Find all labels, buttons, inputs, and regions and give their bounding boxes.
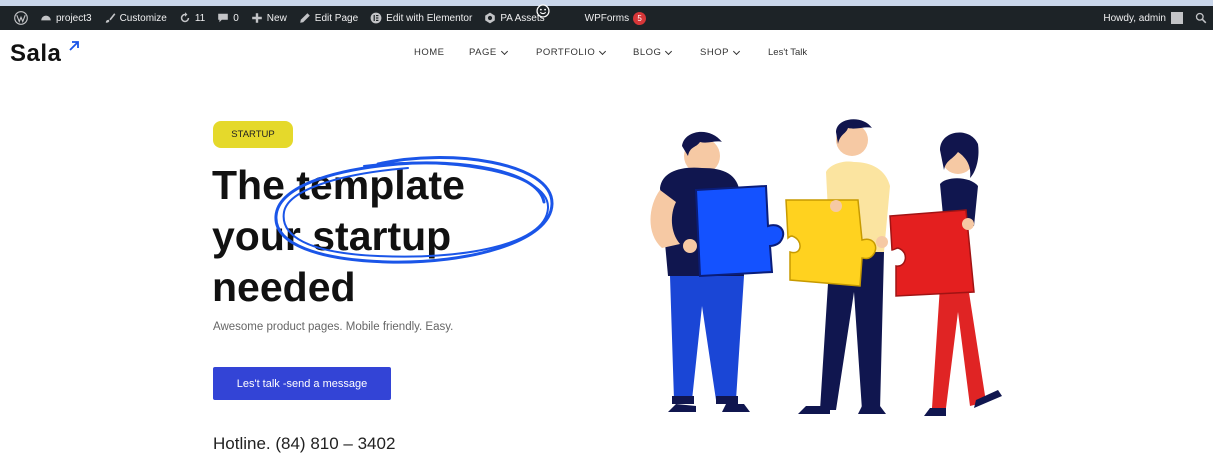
team-puzzle-illustration — [650, 119, 1002, 416]
wordpress-icon — [14, 11, 28, 25]
updates-count: 11 — [194, 12, 206, 24]
search-icon — [1195, 12, 1207, 24]
nav-home-label: HOME — [414, 47, 445, 58]
chevron-down-icon — [599, 47, 607, 55]
edit-elementor-label: Edit with Elementor — [386, 12, 473, 24]
edit-elementor-link[interactable]: Edit with Elementor — [364, 6, 478, 30]
nav-page-label: PAGE — [469, 47, 497, 58]
emoji-face-icon — [536, 4, 550, 18]
new-label: New — [266, 12, 287, 24]
brush-icon — [105, 13, 115, 23]
refresh-icon — [180, 12, 190, 23]
customize-label: Customize — [119, 12, 167, 24]
wpforms-badge: 5 — [633, 11, 647, 25]
nav-lets-talk[interactable]: Les't Talk — [768, 47, 807, 58]
wp-admin-bar: project3 Customize 11 0 New Edit Page Ed… — [0, 6, 1213, 30]
send-message-button[interactable]: Les't talk -send a message — [213, 367, 391, 400]
nav-portfolio[interactable]: PORTFOLIO — [536, 47, 607, 58]
startup-badge: STARTUP — [213, 121, 293, 148]
site-name-label: project3 — [56, 12, 92, 24]
edit-page-link[interactable]: Edit Page — [293, 6, 364, 30]
nav-shop-label: SHOP — [700, 47, 729, 58]
howdy-label: Howdy, admin — [1103, 12, 1166, 24]
headline-line-3: needed — [212, 264, 356, 310]
hotline-text: Hotline. (84) 810 – 3402 — [213, 434, 396, 453]
comments-count: 0 — [233, 12, 239, 24]
plus-icon — [251, 13, 262, 23]
nav-blog-label: BLOG — [633, 47, 662, 58]
dashboard-icon — [41, 15, 51, 21]
avatar — [1171, 12, 1183, 24]
wpforms-menu[interactable]: WPForms 5 — [579, 6, 652, 30]
comments-link[interactable]: 0 — [211, 6, 245, 30]
nav-page[interactable]: PAGE — [469, 47, 508, 58]
wp-logo-menu[interactable] — [0, 6, 34, 30]
updates-link[interactable]: 11 — [173, 6, 211, 30]
scribble-circle-decoration — [274, 156, 554, 264]
hero-subtitle: Awesome product pages. Mobile friendly. … — [213, 321, 454, 333]
adminbar-search[interactable] — [1189, 6, 1213, 30]
nav-blog[interactable]: BLOG — [633, 47, 673, 58]
comment-icon — [218, 13, 229, 23]
puzzle-blue — [694, 184, 785, 278]
pa-icon — [485, 12, 496, 24]
puzzle-red — [889, 209, 975, 297]
main-nav: HOME PAGE PORTFOLIO BLOG SHOP Les't Talk — [0, 47, 1213, 61]
nav-shop[interactable]: SHOP — [700, 47, 740, 58]
new-content-menu[interactable]: New — [245, 6, 293, 30]
customize-link[interactable]: Customize — [98, 6, 173, 30]
my-account-menu[interactable]: Howdy, admin — [1097, 6, 1189, 30]
adminbar-right: Howdy, admin — [1097, 6, 1213, 30]
chevron-down-icon — [500, 47, 508, 55]
edit-page-label: Edit Page — [314, 12, 359, 24]
nav-lets-talk-label: Les't Talk — [768, 47, 808, 58]
nav-home[interactable]: HOME — [414, 47, 445, 58]
wpforms-label: WPForms — [584, 12, 630, 24]
chevron-down-icon — [665, 47, 673, 55]
elementor-icon — [370, 12, 382, 24]
pencil-icon — [299, 13, 310, 23]
chevron-down-icon — [732, 47, 740, 55]
nav-portfolio-label: PORTFOLIO — [536, 47, 596, 58]
site-name-menu[interactable]: project3 — [34, 6, 98, 30]
